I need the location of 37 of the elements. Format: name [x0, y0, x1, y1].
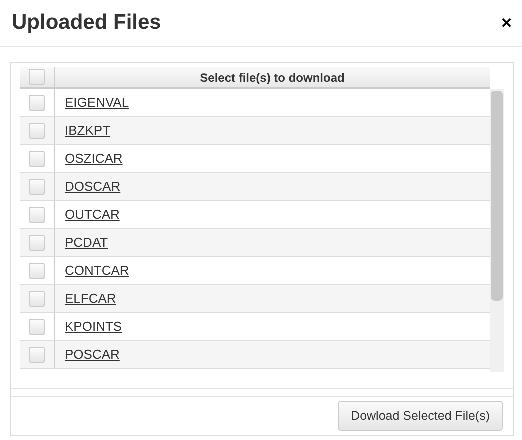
table-row[interactable]: CONTCAR: [20, 257, 490, 285]
file-link[interactable]: IBZKPT: [65, 123, 111, 138]
file-link[interactable]: OSZICAR: [65, 151, 123, 166]
file-link[interactable]: ELFCAR: [65, 291, 116, 306]
column-header: Select file(s) to download: [199, 70, 346, 87]
scrollbar[interactable]: [490, 89, 504, 372]
file-link[interactable]: DOSCAR: [65, 179, 121, 194]
scrollbar-thumb[interactable]: [491, 91, 503, 301]
table-row[interactable]: IBZKPT: [20, 117, 490, 145]
row-checkbox[interactable]: [29, 262, 45, 278]
table-row[interactable]: ELFCAR: [20, 285, 490, 313]
row-checkbox[interactable]: [29, 150, 45, 166]
row-checkbox[interactable]: [29, 122, 45, 138]
file-link[interactable]: OUTCAR: [65, 207, 120, 222]
file-link[interactable]: PCDAT: [65, 235, 108, 250]
table-row[interactable]: DOSCAR: [20, 173, 490, 201]
file-link[interactable]: EIGENVAL: [65, 95, 130, 110]
close-button[interactable]: ×: [501, 14, 512, 32]
row-checkbox[interactable]: [29, 178, 45, 194]
file-link[interactable]: CONTCAR: [65, 263, 130, 278]
file-link[interactable]: POSCAR: [65, 347, 120, 362]
row-checkbox[interactable]: [29, 290, 45, 306]
table-row[interactable]: KPOINTS: [20, 313, 490, 341]
table-row[interactable]: EIGENVAL: [20, 89, 490, 117]
table-row[interactable]: PCDAT: [20, 229, 490, 257]
row-checkbox[interactable]: [29, 346, 45, 362]
row-checkbox[interactable]: [29, 318, 45, 334]
select-all-checkbox[interactable]: [29, 69, 45, 85]
row-checkbox[interactable]: [29, 206, 45, 222]
download-button[interactable]: Dowload Selected File(s): [338, 400, 503, 432]
table-row[interactable]: POSCAR: [20, 341, 490, 369]
table-row[interactable]: OUTCAR: [20, 201, 490, 229]
row-checkbox[interactable]: [29, 94, 45, 110]
dialog-title: Uploaded Files: [12, 10, 162, 36]
row-checkbox[interactable]: [29, 234, 45, 250]
file-link[interactable]: KPOINTS: [65, 319, 122, 334]
table-row[interactable]: OSZICAR: [20, 145, 490, 173]
